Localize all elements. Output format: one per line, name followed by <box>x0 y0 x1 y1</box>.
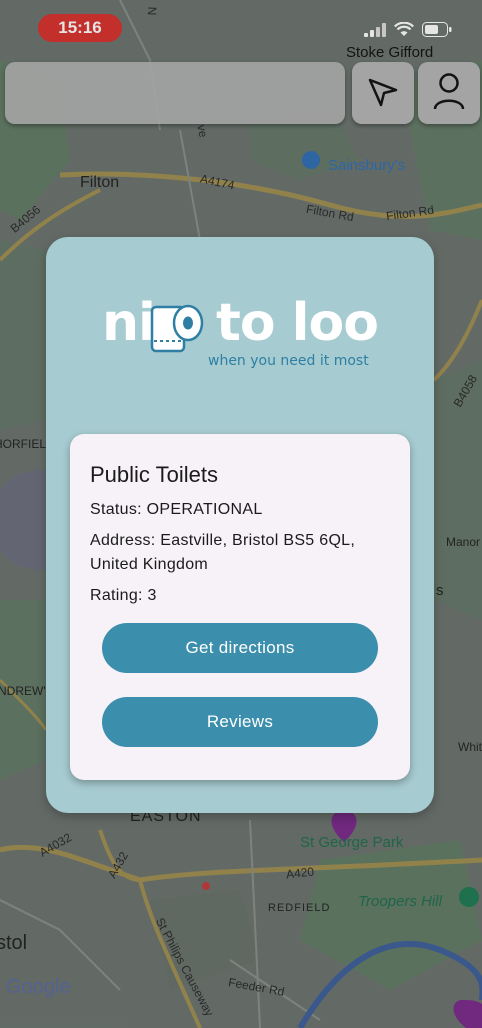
toilet-rating: Rating: 3 <box>90 587 157 604</box>
toilet-status: Status: OPERATIONAL <box>90 501 263 518</box>
toilet-info-card: Public Toilets Status: OPERATIONAL Addre… <box>70 434 410 780</box>
toilet-address: Address: Eastville, Bristol BS5 6QL, Uni… <box>90 532 356 573</box>
logo-tagline: when you need it most <box>208 353 369 369</box>
reviews-button[interactable]: Reviews <box>102 697 378 747</box>
logo-word-left: ni <box>102 293 156 353</box>
get-directions-button[interactable]: Get directions <box>102 623 378 673</box>
toilet-details-modal: ni to loo when you need it most Public T… <box>46 237 434 813</box>
app-logo: ni to loo when you need it most <box>102 293 392 383</box>
toilet-name: Public Toilets <box>90 462 218 487</box>
toilet-roll-icon <box>150 301 206 362</box>
logo-word-right: to loo <box>216 293 379 353</box>
